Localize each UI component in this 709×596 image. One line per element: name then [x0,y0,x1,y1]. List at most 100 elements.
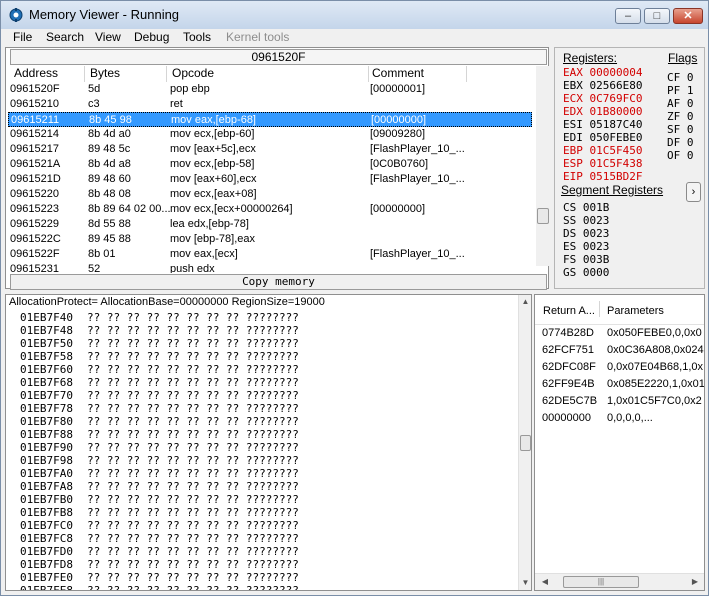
hex-row[interactable]: 01EB7F58 ?? ?? ?? ?? ?? ?? ?? ?? ???????? [20,350,299,363]
segment-cs[interactable]: CS 001B [563,201,609,214]
register-eax[interactable]: EAX 00000004 [563,66,642,79]
stack-scroll-thumb[interactable]: ||| [563,576,639,588]
column-header-opcode[interactable]: Opcode [172,67,214,81]
stack-parameters: 0x0C36A808,0x024 [607,344,704,356]
menu-search[interactable]: Search [46,30,84,44]
column-divider[interactable] [466,66,467,82]
register-esi[interactable]: ESI 05187C40 [563,118,642,131]
hex-row[interactable]: 01EB7FE0 ?? ?? ?? ?? ?? ?? ?? ?? ???????? [20,571,299,584]
flag-df[interactable]: DF 0 [667,136,694,149]
disasm-row[interactable]: 09615210 c3 ret [8,97,532,112]
register-eip[interactable]: EIP 0515BD2F [563,170,642,183]
hex-row[interactable]: 01EB7FC0 ?? ?? ?? ?? ?? ?? ?? ?? ???????? [20,519,299,532]
flag-cf[interactable]: CF 0 [667,71,694,84]
header-divider [535,324,704,325]
hex-row[interactable]: 01EB7FE8 ?? ?? ?? ?? ?? ?? ?? ?? ???????? [20,584,299,590]
hex-row[interactable]: 01EB7F90 ?? ?? ?? ?? ?? ?? ?? ?? ???????? [20,441,299,454]
flag-af[interactable]: AF 0 [667,97,694,110]
hex-row[interactable]: 01EB7FD8 ?? ?? ?? ?? ?? ?? ?? ?? ???????? [20,558,299,571]
hex-row[interactable]: 01EB7F48 ?? ?? ?? ?? ?? ?? ?? ?? ???????? [20,324,299,337]
disasm-row[interactable]: 09615229 8d 55 88 lea edx,[ebp-78] [8,217,532,232]
column-header-parameters[interactable]: Parameters [607,305,664,317]
scroll-right-arrow-icon[interactable]: ▶ [689,576,701,588]
hex-row[interactable]: 01EB7FD0 ?? ?? ?? ?? ?? ?? ?? ?? ???????? [20,545,299,558]
stack-return-address: 0774B28D [542,327,594,339]
flag-of[interactable]: OF 0 [667,149,694,162]
menu-kernel-tools[interactable]: Kernel tools [226,30,289,44]
disasm-row[interactable]: 09615231 52 push edx [8,262,532,273]
column-divider[interactable] [599,301,600,317]
hex-row[interactable]: 01EB7FA8 ?? ?? ?? ?? ?? ?? ?? ?? ???????? [20,480,299,493]
hex-row[interactable]: 01EB7F88 ?? ?? ?? ?? ?? ?? ?? ?? ???????? [20,428,299,441]
hex-row[interactable]: 01EB7F98 ?? ?? ?? ?? ?? ?? ?? ?? ???????? [20,454,299,467]
disasm-row[interactable]: 0961520F 5d pop ebp [00000001] [8,82,532,97]
column-header-return-address[interactable]: Return A... [543,305,595,317]
disasm-row[interactable]: 09615220 8b 48 08 mov ecx,[eax+08] [8,187,532,202]
row-bytes: 8d 55 88 [88,218,131,230]
menu-view[interactable]: View [95,30,121,44]
register-ecx[interactable]: ECX 0C769FC0 [563,92,642,105]
maximize-button[interactable]: □ [644,8,670,24]
disassembler-scrollbar[interactable] [536,66,549,266]
disassembler-scroll-thumb[interactable] [537,208,549,224]
hex-row[interactable]: 01EB7F68 ?? ?? ?? ?? ?? ?? ?? ?? ???????? [20,376,299,389]
disasm-row[interactable]: 0961521A 8b 4d a8 mov ecx,[ebp-58] [0C0B076… [8,157,532,172]
scroll-down-arrow-icon[interactable]: ▼ [519,577,531,589]
scroll-up-arrow-icon[interactable]: ▲ [519,296,531,308]
menu-debug[interactable]: Debug [134,30,169,44]
hex-row-address: 01EB7F80 [20,415,73,428]
hex-row[interactable]: 01EB7F78 ?? ?? ?? ?? ?? ?? ?? ?? ???????? [20,402,299,415]
hex-row[interactable]: 01EB7F60 ?? ?? ?? ?? ?? ?? ?? ?? ???????? [20,363,299,376]
hex-row[interactable]: 01EB7F40 ?? ?? ?? ?? ?? ?? ?? ?? ???????? [20,311,299,324]
hex-row[interactable]: 01EB7F50 ?? ?? ?? ?? ?? ?? ?? ?? ???????? [20,337,299,350]
segment-gs[interactable]: GS 0000 [563,266,609,279]
hex-row[interactable]: 01EB7FC8 ?? ?? ?? ?? ?? ?? ?? ?? ???????? [20,532,299,545]
close-button[interactable]: ✕ [673,8,703,24]
column-header-comment[interactable]: Comment [372,67,424,81]
hex-row[interactable]: 01EB7F80 ?? ?? ?? ?? ?? ?? ?? ?? ???????? [20,415,299,428]
segment-ss[interactable]: SS 0023 [563,214,609,227]
register-esp[interactable]: ESP 01C5F438 [563,157,642,170]
flag-sf[interactable]: SF 0 [667,123,694,136]
segment-fs[interactable]: FS 003B [563,253,609,266]
hex-row[interactable]: 01EB7FB0 ?? ?? ?? ?? ?? ?? ?? ?? ???????? [20,493,299,506]
register-ebp[interactable]: EBP 01C5F450 [563,144,642,157]
expand-registers-button[interactable]: › [686,182,701,202]
column-divider[interactable] [368,66,369,82]
current-address-header[interactable]: 0961520F [10,49,547,65]
disasm-row[interactable]: 0961521D 89 48 60 mov [eax+60],ecx [FlashPl… [8,172,532,187]
disasm-row[interactable]: 0961522F 8b 01 mov eax,[ecx] [FlashPlayer_1… [8,247,532,262]
hex-scroll-thumb[interactable] [520,435,531,451]
stack-horizontal-scrollbar[interactable]: ◀ ||| ▶ [535,573,704,590]
hex-row[interactable]: 01EB7F70 ?? ?? ?? ?? ?? ?? ?? ?? ???????? [20,389,299,402]
segment-es[interactable]: ES 0023 [563,240,609,253]
hex-view-panel[interactable]: AllocationProtect= AllocationBase=000000… [5,294,532,591]
disasm-row[interactable]: 09615217 89 48 5c mov [eax+5c],ecx [FlashPl… [8,142,532,157]
minimize-button[interactable]: ‒ [615,8,641,24]
row-bytes: 8b 89 64 02 00... [88,203,171,215]
row-bytes: 5d [88,83,101,95]
disasm-row[interactable]: 0961522C 89 45 88 mov [ebp-78],eax [8,232,532,247]
column-divider[interactable] [84,66,85,82]
menu-tools[interactable]: Tools [183,30,211,44]
segment-ds[interactable]: DS 0023 [563,227,609,240]
register-edx[interactable]: EDX 01B80000 [563,105,642,118]
disasm-row-selected[interactable]: 09615211 8b 45 98 mov eax,[ebp-68] [0000000… [8,112,532,127]
flag-zf[interactable]: ZF 0 [667,110,694,123]
disasm-row[interactable]: 09615214 8b 4d a0 mov ecx,[ebp-60] [0900928… [8,127,532,142]
hex-row[interactable]: 01EB7FB8 ?? ?? ?? ?? ?? ?? ?? ?? ???????? [20,506,299,519]
column-header-bytes[interactable]: Bytes [90,67,120,81]
disasm-row[interactable]: 09615223 8b 89 64 02 00... mov ecx,[ecx+00… [8,202,532,217]
hex-row[interactable]: 01EB7FA0 ?? ?? ?? ?? ?? ?? ?? ?? ???????? [20,467,299,480]
hex-scrollbar[interactable]: ▲ ▼ [518,295,531,590]
flag-pf[interactable]: PF 1 [667,84,694,97]
register-edi[interactable]: EDI 050FEBE0 [563,131,642,144]
column-divider[interactable] [166,66,167,82]
column-header-address[interactable]: Address [14,67,58,81]
menu-file[interactable]: File [13,30,32,44]
row-opcode: mov eax,[ecx] [170,248,238,260]
register-ebx[interactable]: EBX 02566E80 [563,79,642,92]
scroll-left-arrow-icon[interactable]: ◀ [539,576,551,588]
copy-memory-button[interactable]: Copy memory [10,274,547,290]
title-bar[interactable]: Memory Viewer - Running ‒ □ ✕ [1,1,708,29]
